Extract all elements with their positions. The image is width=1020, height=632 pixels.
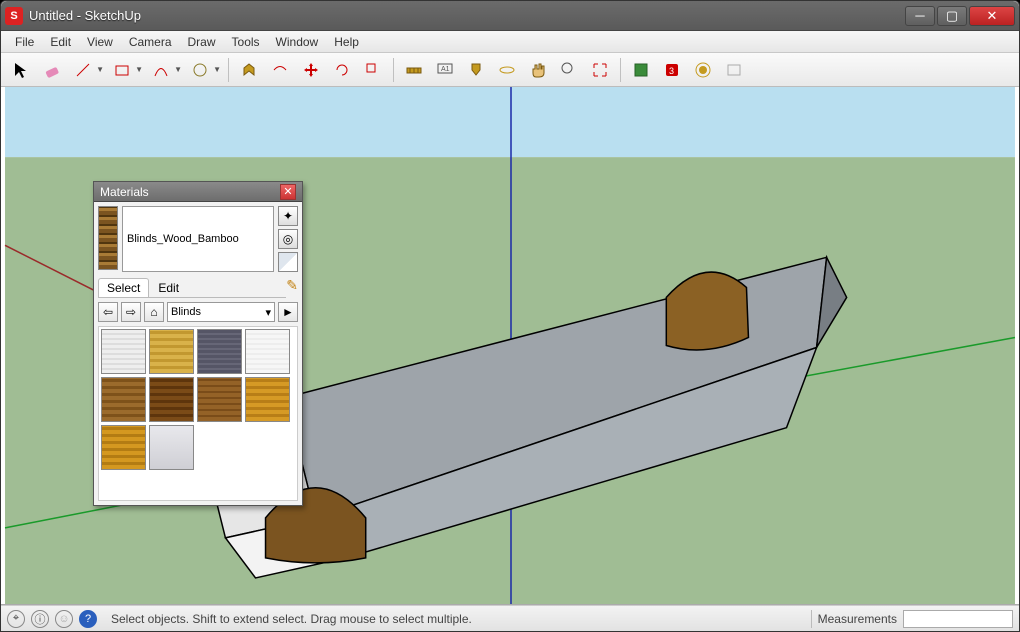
measurements-label: Measurements xyxy=(818,612,897,626)
user-icon[interactable]: ☺ xyxy=(55,610,73,628)
paint-tool[interactable] xyxy=(462,56,490,84)
move-tool[interactable] xyxy=(297,56,325,84)
material-name-field[interactable] xyxy=(122,206,274,272)
close-button[interactable]: ✕ xyxy=(969,6,1015,26)
scale-tool[interactable] xyxy=(359,56,387,84)
materials-panel-close-button[interactable]: ✕ xyxy=(280,184,296,200)
menu-tools[interactable]: Tools xyxy=(224,33,268,51)
toolbar: ▼▼▼▼A13 xyxy=(1,53,1019,87)
geolocation-icon[interactable]: ⌖ xyxy=(7,610,25,628)
material-swatch[interactable] xyxy=(245,329,290,374)
materials-panel-titlebar[interactable]: Materials ✕ xyxy=(94,182,302,202)
materials-panel-body: ✦ ◎ Select Edit ✎ ⇦ ⇨ ⌂ xyxy=(94,202,302,505)
rotate-tool[interactable] xyxy=(328,56,356,84)
followme-tool[interactable] xyxy=(266,56,294,84)
extensionwarehouse-tool[interactable] xyxy=(689,56,717,84)
dropdown-icon: ▼ xyxy=(96,65,104,74)
toolbar-separator xyxy=(620,58,621,82)
menu-file[interactable]: File xyxy=(7,33,42,51)
measurements-input[interactable] xyxy=(903,610,1013,628)
pan-tool[interactable] xyxy=(524,56,552,84)
svg-text:A1: A1 xyxy=(441,66,450,73)
maximize-button[interactable]: ▢ xyxy=(937,6,967,26)
status-hint: Select objects. Shift to extend select. … xyxy=(103,612,805,626)
app-window: S Untitled - SketchUp ─ ▢ ✕ File Edit Vi… xyxy=(0,0,1020,632)
material-swatch[interactable] xyxy=(197,329,242,374)
menu-window[interactable]: Window xyxy=(268,33,327,51)
minimize-button[interactable]: ─ xyxy=(905,6,935,26)
menu-edit[interactable]: Edit xyxy=(42,33,79,51)
zoom-tool[interactable] xyxy=(555,56,583,84)
window-controls: ─ ▢ ✕ xyxy=(903,6,1015,26)
material-swatch[interactable] xyxy=(149,377,194,422)
select-tool[interactable] xyxy=(7,56,35,84)
materials-tab-select[interactable]: Select xyxy=(98,278,149,297)
menu-camera[interactable]: Camera xyxy=(121,33,180,51)
sample-material-button[interactable]: ✦ xyxy=(278,206,298,226)
titlebar: S Untitled - SketchUp ─ ▢ ✕ xyxy=(1,1,1019,31)
zoomextents-tool[interactable] xyxy=(586,56,614,84)
material-swatch[interactable] xyxy=(149,425,194,470)
eyedropper-icon[interactable]: ✎ xyxy=(286,277,298,294)
collection-selected-label: Blinds xyxy=(171,306,201,318)
arc-tool[interactable]: ▼ xyxy=(147,56,175,84)
dropdown-icon: ▼ xyxy=(213,65,221,74)
nav-home-button[interactable]: ⌂ xyxy=(144,302,164,322)
material-swatch[interactable] xyxy=(101,329,146,374)
material-preview xyxy=(98,206,118,270)
collection-menu-button[interactable]: ► xyxy=(278,302,298,322)
viewport[interactable]: Materials ✕ ✦ ◎ Select xyxy=(1,87,1019,605)
create-material-button[interactable]: ◎ xyxy=(278,229,298,249)
orbit-tool[interactable] xyxy=(493,56,521,84)
app-icon: S xyxy=(5,7,23,25)
dropdown-icon: ▼ xyxy=(135,65,143,74)
material-swatch[interactable] xyxy=(149,329,194,374)
outliner-tool[interactable] xyxy=(720,56,748,84)
help-icon[interactable]: ? xyxy=(79,610,97,628)
menubar: File Edit View Camera Draw Tools Window … xyxy=(1,31,1019,53)
statusbar: ⌖ ⓘ ☺ ? Select objects. Shift to extend … xyxy=(1,605,1019,631)
toolbar-separator xyxy=(393,58,394,82)
menu-view[interactable]: View xyxy=(79,33,121,51)
material-swatch[interactable] xyxy=(197,377,242,422)
nav-forward-button[interactable]: ⇨ xyxy=(121,302,141,322)
pushpull-tool[interactable] xyxy=(235,56,263,84)
rectangle-tool[interactable]: ▼ xyxy=(108,56,136,84)
default-material-button[interactable] xyxy=(278,252,298,272)
material-collection-select[interactable]: Blinds ▾ xyxy=(167,302,275,322)
materials-tab-edit[interactable]: Edit xyxy=(149,278,188,297)
getmodels-tool[interactable]: 3 xyxy=(658,56,686,84)
line-tool[interactable]: ▼ xyxy=(69,56,97,84)
window-title: Untitled - SketchUp xyxy=(29,8,903,23)
materials-panel-title: Materials xyxy=(100,185,280,199)
dropdown-icon: ▼ xyxy=(174,65,182,74)
material-swatch[interactable] xyxy=(245,377,290,422)
text-tool[interactable]: A1 xyxy=(431,56,459,84)
materials-panel[interactable]: Materials ✕ ✦ ◎ Select xyxy=(93,181,303,506)
toolbar-separator xyxy=(228,58,229,82)
addlocation-tool[interactable] xyxy=(627,56,655,84)
chevron-down-icon: ▾ xyxy=(265,306,271,319)
material-swatch[interactable] xyxy=(101,425,146,470)
menu-help[interactable]: Help xyxy=(326,33,367,51)
material-swatch[interactable] xyxy=(101,377,146,422)
circle-tool[interactable]: ▼ xyxy=(186,56,214,84)
svg-text:3: 3 xyxy=(669,66,674,76)
tapemeasure-tool[interactable] xyxy=(400,56,428,84)
menu-draw[interactable]: Draw xyxy=(180,33,224,51)
material-swatch-grid xyxy=(98,326,298,501)
nav-back-button[interactable]: ⇦ xyxy=(98,302,118,322)
credits-icon[interactable]: ⓘ xyxy=(31,610,49,628)
eraser-tool[interactable] xyxy=(38,56,66,84)
